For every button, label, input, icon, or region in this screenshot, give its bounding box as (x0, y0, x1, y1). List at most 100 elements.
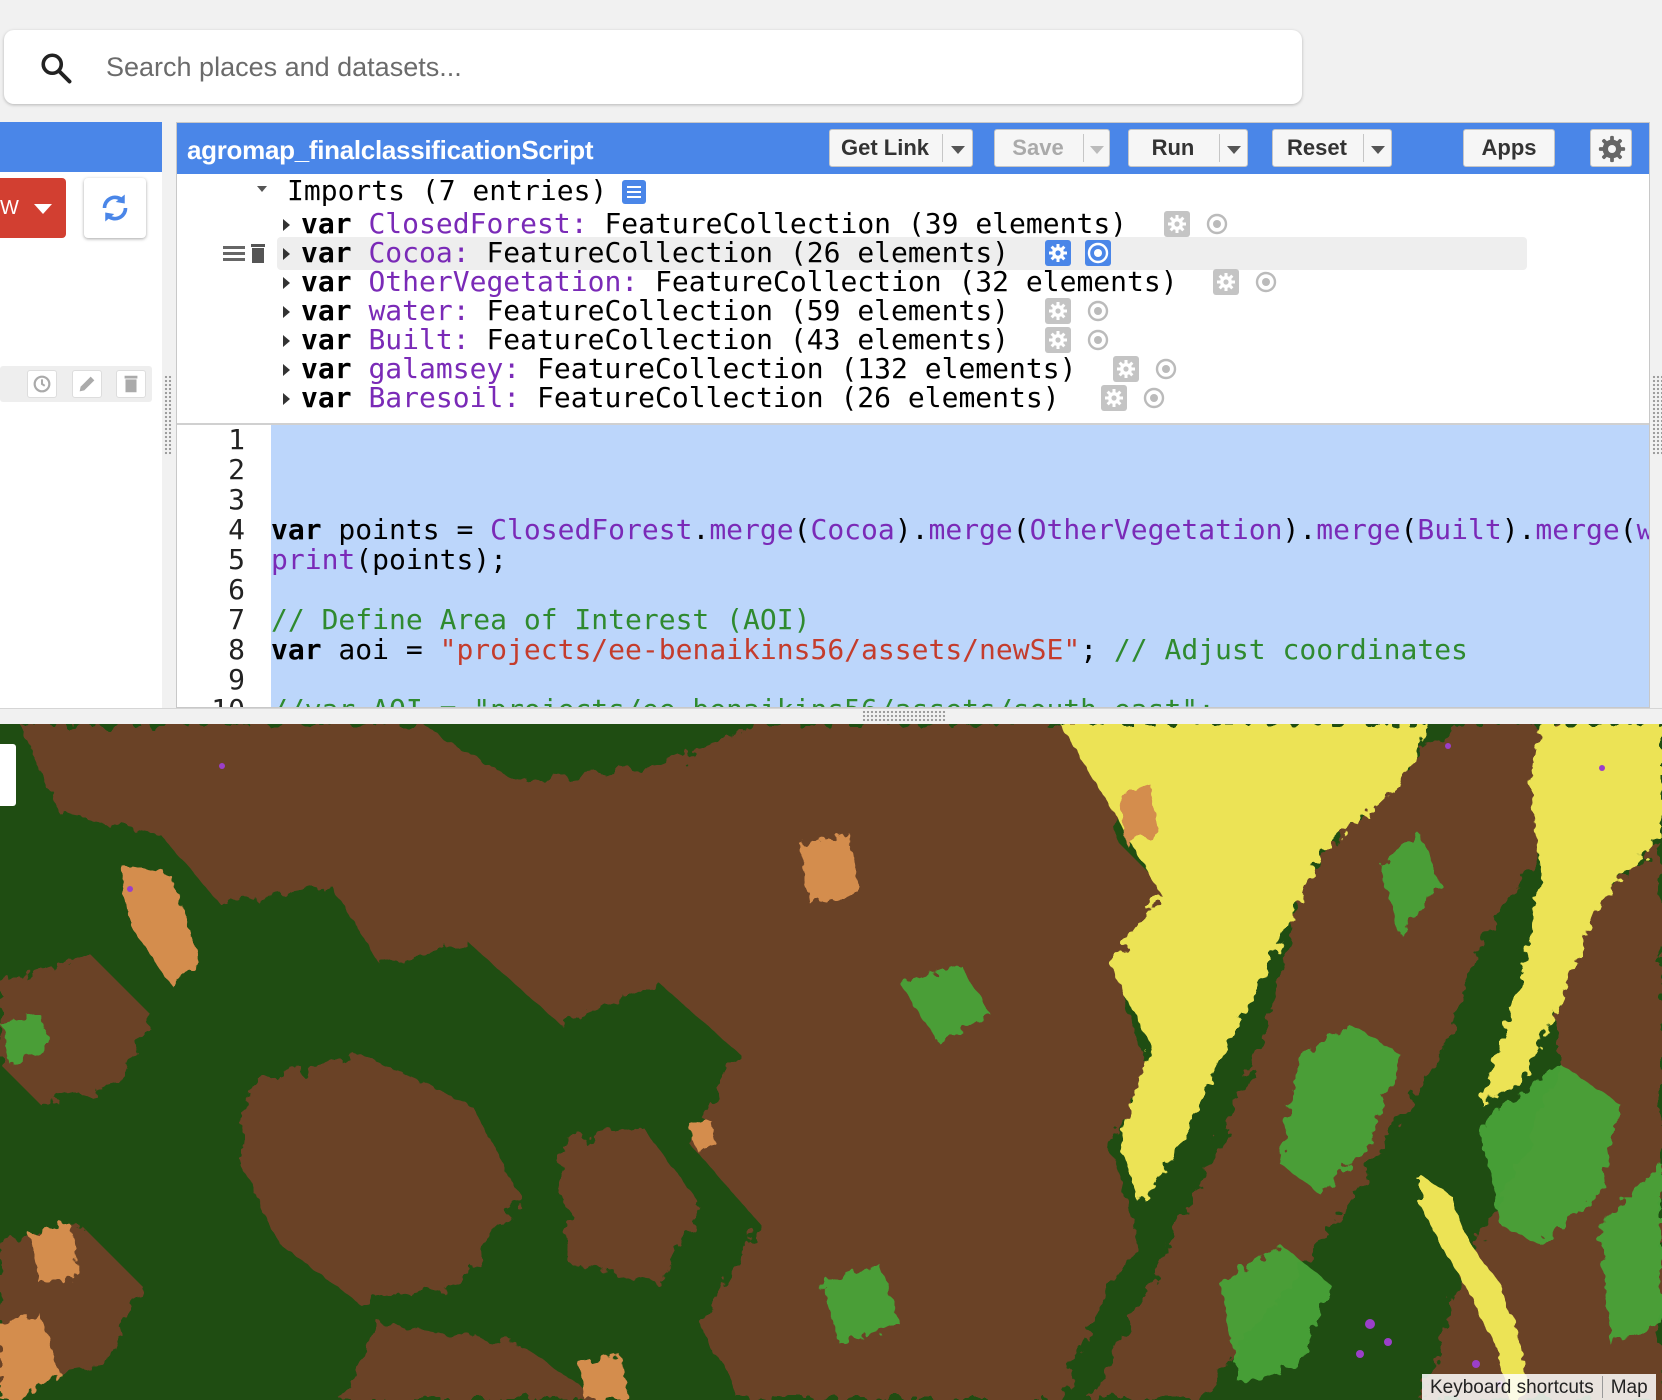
code-token: . (692, 513, 710, 546)
map-footer: Keyboard shortcuts Map (1422, 1374, 1656, 1400)
doc-icon[interactable] (622, 180, 646, 204)
code-line-7[interactable]: // Define Area of Interest (AOI) (271, 605, 810, 635)
refresh-icon (102, 194, 128, 222)
expand-caret-icon[interactable] (283, 306, 290, 318)
code-line-10[interactable]: //var AOI = "projects/ee-benaikins56/ass… (271, 695, 1215, 708)
layer-settings-icon[interactable] (1045, 327, 1071, 353)
code-token: ( (1012, 513, 1030, 546)
code-token: merge (1316, 513, 1401, 546)
layer-settings-icon[interactable] (1045, 240, 1071, 266)
history-icon (33, 375, 51, 393)
layer-settings-icon[interactable] (1101, 385, 1127, 411)
code-editor-panel: agromap_finalclassificationScript Get Li… (176, 122, 1650, 708)
run-label: Run (1151, 135, 1195, 160)
target-icon[interactable] (1204, 211, 1230, 237)
line-number-gutter: 12345678910 (177, 425, 271, 708)
line-number: 7 (228, 603, 245, 636)
layer-settings-icon[interactable] (1164, 211, 1190, 237)
keyboard-shortcuts-link[interactable]: Keyboard shortcuts (1430, 1377, 1594, 1398)
target-icon[interactable] (1141, 385, 1167, 411)
layer-settings-icon[interactable] (1213, 269, 1239, 295)
scripts-panel: W (0, 122, 162, 708)
code-token: ). (1282, 513, 1317, 546)
map-data-link[interactable]: Map (1611, 1377, 1648, 1398)
target-icon[interactable] (1085, 240, 1111, 266)
run-button[interactable]: Run (1128, 129, 1248, 167)
code-section[interactable]: 12345678910 var points = ClosedForest.me… (177, 425, 1649, 708)
horizontal-splitter[interactable] (0, 708, 1662, 724)
layer-settings-icon[interactable] (1045, 298, 1071, 324)
dropdown-caret-icon[interactable] (1371, 146, 1385, 154)
edit-button[interactable] (72, 370, 102, 398)
code-token: Built (1417, 513, 1502, 546)
search-icon[interactable] (38, 50, 74, 86)
map-canvas[interactable]: Keyboard shortcuts Map (0, 724, 1662, 1400)
splitter-grip-horizontal[interactable] (862, 710, 946, 722)
code-line-4[interactable]: var points = ClosedForest.merge(Cocoa).m… (271, 513, 1649, 546)
settings-button[interactable] (1590, 129, 1632, 167)
list-icon[interactable] (223, 246, 245, 261)
code-token: ClosedForest (490, 513, 693, 546)
import-keyword: var (301, 381, 352, 414)
line-number: 4 (228, 513, 245, 546)
settings-gear-icon (1598, 135, 1626, 163)
map-side-tab[interactable] (0, 744, 16, 806)
dropdown-caret-icon[interactable] (951, 146, 965, 154)
expand-caret-icon[interactable] (283, 393, 290, 405)
code-token: OtherVegetation (1029, 513, 1283, 546)
expand-caret-icon[interactable] (283, 277, 290, 289)
dropdown-caret-icon[interactable] (1090, 146, 1104, 154)
delete-icon[interactable] (251, 244, 265, 263)
line-number: 9 (228, 663, 245, 696)
history-button[interactable] (27, 370, 57, 398)
code-token: ( (793, 513, 811, 546)
target-icon[interactable] (1085, 327, 1111, 353)
code-comment: //var AOI = "projects/ee-benaikins56/ass… (271, 693, 1215, 708)
code-args: (points); (355, 543, 508, 576)
script-item-toolbar (0, 366, 152, 402)
target-icon[interactable] (1253, 269, 1279, 295)
expand-caret-icon[interactable] (283, 364, 290, 376)
imports-header: Imports (7 entries) (287, 174, 608, 207)
line-number: 3 (228, 483, 245, 516)
collapse-caret-icon[interactable] (257, 186, 267, 192)
classification-map[interactable] (0, 724, 1662, 1400)
refresh-button[interactable] (84, 178, 146, 238)
splitter-grip-left[interactable] (164, 375, 172, 455)
import-name[interactable]: Baresoil: (368, 381, 520, 414)
reset-label: Reset (1287, 135, 1347, 160)
splitter-grip-right[interactable] (1652, 375, 1662, 455)
code-token: merge (928, 513, 1013, 546)
code-line-5[interactable]: print(points); (271, 545, 507, 575)
search-bar (4, 30, 1302, 104)
code-comment: // Adjust coordinates (1113, 633, 1468, 666)
apps-button[interactable]: Apps (1463, 129, 1555, 167)
code-token: ). (894, 513, 929, 546)
target-icon[interactable] (1085, 298, 1111, 324)
dropdown-caret-icon[interactable] (1227, 146, 1241, 154)
chevron-down-icon (34, 204, 52, 214)
layer-settings-icon[interactable] (1113, 356, 1139, 382)
code-token: merge (1535, 513, 1620, 546)
target-icon[interactable] (1153, 356, 1179, 382)
line-number: 6 (228, 573, 245, 606)
save-button[interactable]: Save (994, 129, 1110, 167)
save-label: Save (1012, 135, 1064, 160)
expand-caret-icon[interactable] (283, 219, 290, 231)
line-number: 10 (177, 695, 245, 708)
code-line-8[interactable]: var aoi = "projects/ee-benaikins56/asset… (271, 635, 1468, 665)
script-title: agromap_finalclassificationScript (187, 135, 594, 165)
get-link-button[interactable]: Get Link (829, 129, 973, 167)
trash-icon (124, 375, 138, 393)
code-text-area[interactable]: var points = ClosedForest.merge(Cocoa).m… (271, 425, 1649, 708)
search-input[interactable] (106, 46, 1256, 88)
reset-button[interactable]: Reset (1272, 129, 1392, 167)
imports-section: Imports (7 entries) var ClosedForest: Fe… (177, 174, 1649, 425)
apps-label: Apps (1481, 135, 1537, 160)
expand-caret-icon[interactable] (283, 335, 290, 347)
expand-caret-icon[interactable] (283, 248, 290, 260)
new-script-button[interactable]: W (0, 178, 66, 238)
code-identifier: aoi = (321, 633, 440, 666)
delete-button[interactable] (116, 370, 146, 398)
get-link-label: Get Link (840, 135, 929, 160)
